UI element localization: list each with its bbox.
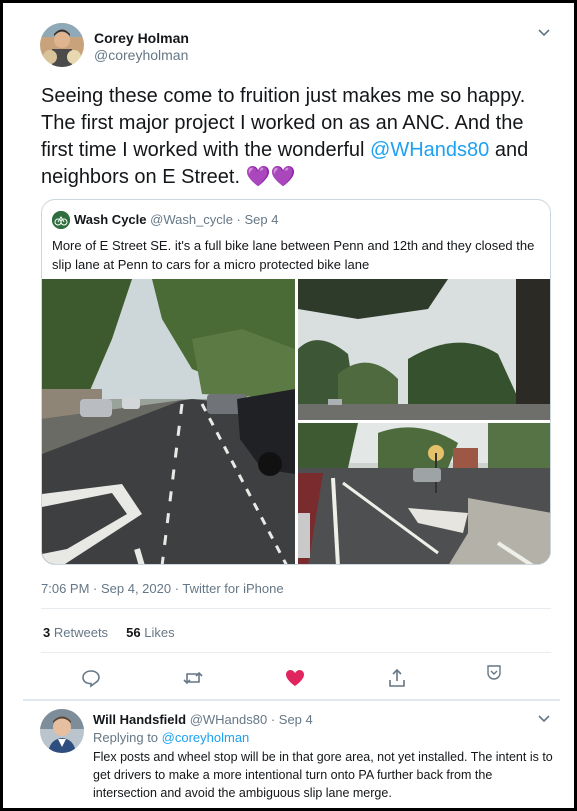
- likes-count[interactable]: 56: [126, 625, 140, 640]
- reply-date[interactable]: · Sep 4: [271, 712, 313, 727]
- reply-author-name[interactable]: Will Handsfield: [93, 712, 186, 727]
- reply-author-avatar[interactable]: [40, 709, 84, 753]
- tweet-text: Seeing these come to fruition just makes…: [41, 83, 551, 191]
- photo-slip-lane[interactable]: [298, 423, 550, 564]
- reply-icon[interactable]: [76, 663, 106, 693]
- author-avatar[interactable]: [40, 23, 84, 67]
- photo-street-bike-lane[interactable]: [42, 279, 295, 564]
- tweet-timestamp[interactable]: 7:06 PM · Sep 4, 2020 · Twitter for iPho…: [41, 581, 284, 596]
- reply-header: Will Handsfield @WHands80 · Sep 4: [93, 712, 313, 727]
- tweet-text-segment: first time I worked with the wonderful: [41, 139, 371, 161]
- retweets-label[interactable]: Retweets: [54, 625, 108, 640]
- reply-text: Flex posts and wheel stop will be in tha…: [93, 750, 553, 800]
- retweet-icon[interactable]: [178, 663, 208, 693]
- tweet-text-segment: and: [489, 139, 529, 161]
- retweets-count[interactable]: 3: [43, 625, 50, 640]
- chevron-down-icon[interactable]: [537, 713, 551, 727]
- engagement-stats: 3 Retweets 56 Likes: [43, 625, 175, 640]
- author-name[interactable]: Corey Holman: [94, 30, 189, 46]
- quote-header: Wash Cycle @Wash_cycle · Sep 4: [74, 212, 278, 227]
- quote-text: More of E Street SE. it's a full bike la…: [52, 238, 535, 272]
- author-handle[interactable]: @coreyholman: [94, 47, 188, 63]
- likes-label[interactable]: Likes: [144, 625, 174, 640]
- quote-date[interactable]: · Sep 4: [237, 212, 279, 227]
- quote-photos: [42, 279, 550, 564]
- replying-to: Replying to @coreyholman: [93, 730, 249, 745]
- photo-trees[interactable]: [298, 279, 550, 420]
- tweet-text-line: Seeing these come to fruition just makes…: [41, 85, 526, 107]
- share-icon[interactable]: [382, 663, 412, 693]
- divider: [23, 699, 560, 701]
- divider: [41, 608, 551, 609]
- screenshot-frame: Corey Holman @coreyholman Seeing these c…: [0, 0, 577, 811]
- replying-to-link[interactable]: @coreyholman: [162, 730, 250, 745]
- bookmark-icon[interactable]: [479, 658, 509, 688]
- tweet-text-line: The first major project I worked on as a…: [41, 112, 524, 134]
- replying-to-label: Replying to: [93, 730, 162, 745]
- quote-author-name[interactable]: Wash Cycle: [74, 212, 147, 227]
- tweet-text-segment: neighbors on E Street.: [41, 166, 246, 188]
- tweet-text-line: neighbors on E Street. 💜💜: [41, 164, 551, 191]
- mention-link[interactable]: @WHands80: [370, 139, 489, 161]
- quote-avatar[interactable]: [52, 211, 70, 229]
- quote-author-handle[interactable]: @Wash_cycle: [150, 212, 233, 227]
- purple-heart-emoji: 💜💜: [245, 166, 296, 188]
- chevron-down-icon[interactable]: [537, 27, 551, 41]
- quoted-tweet[interactable]: Wash Cycle @Wash_cycle · Sep 4 More of E…: [41, 199, 551, 565]
- divider: [41, 652, 551, 653]
- tweet-text-line: first time I worked with the wonderful @…: [41, 137, 551, 164]
- reply-author-handle[interactable]: @WHands80: [190, 712, 268, 727]
- heart-icon[interactable]: [280, 663, 310, 693]
